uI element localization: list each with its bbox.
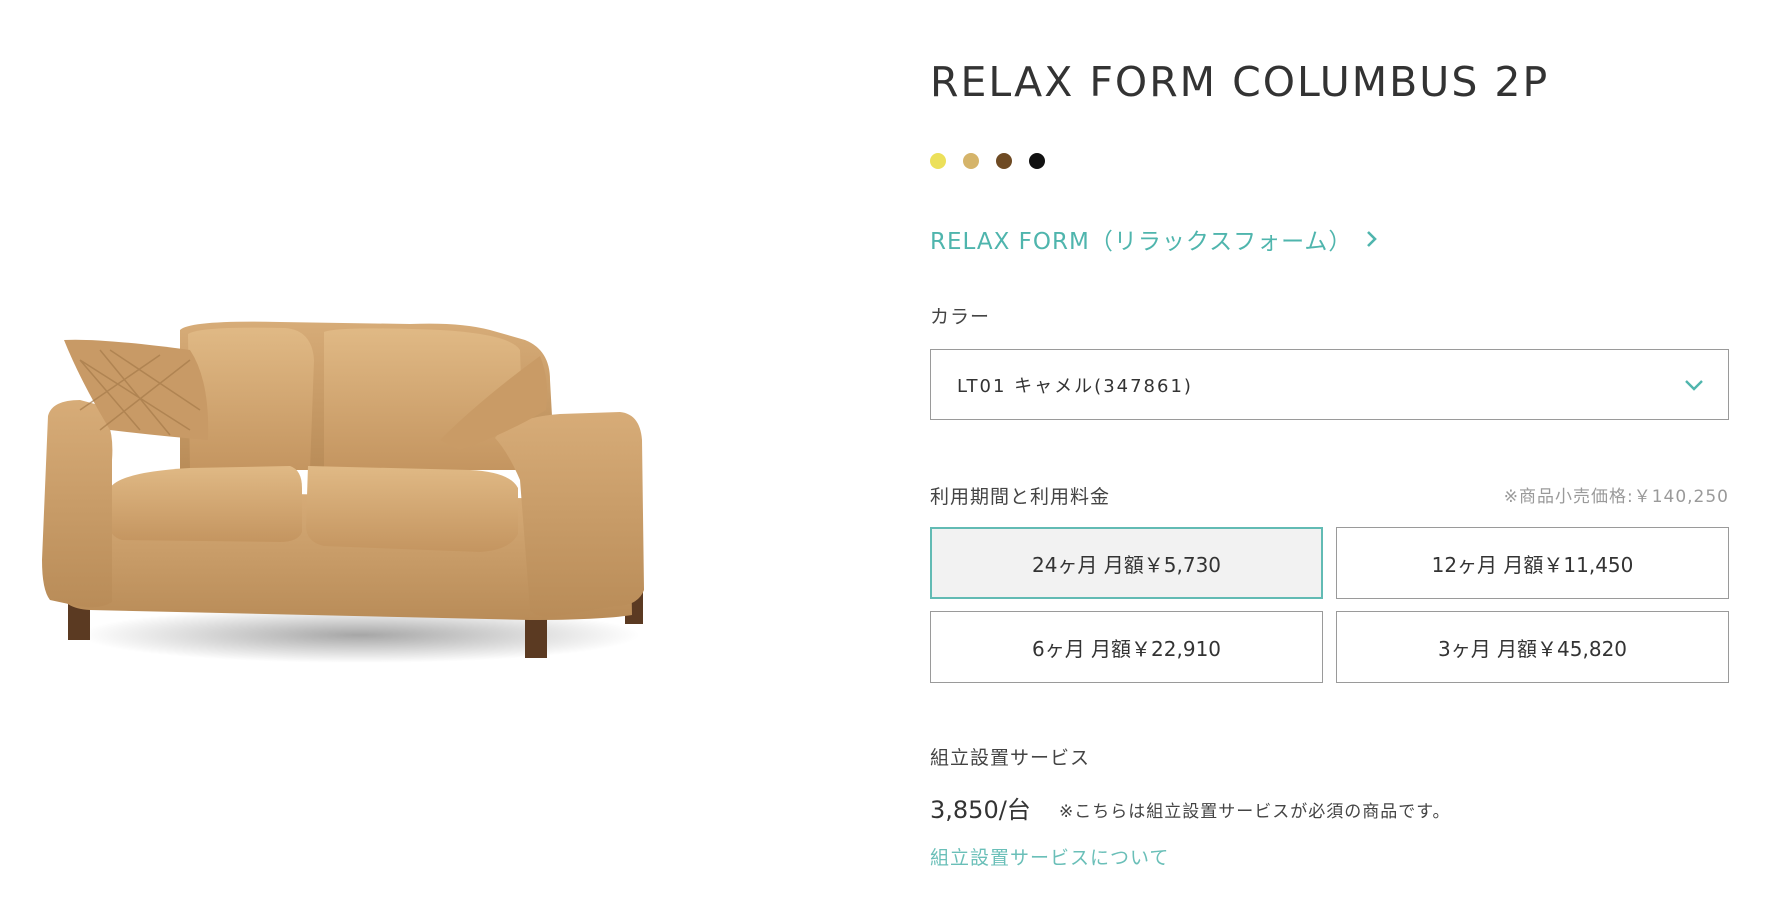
plan-12-months[interactable]: 12ヶ月 月額￥11,450: [1336, 527, 1729, 599]
color-select[interactable]: LT01 キャメル(347861): [930, 349, 1729, 420]
brand-link[interactable]: RELAX FORM（リラックスフォーム）: [930, 222, 1378, 256]
swatch-black[interactable]: [1029, 153, 1045, 169]
retail-price-note: ※商品小売価格:￥140,250: [1503, 487, 1729, 507]
color-select-value: LT01 キャメル(347861): [957, 375, 1193, 397]
plan-6-months[interactable]: 6ヶ月 月額￥22,910: [930, 611, 1323, 683]
chevron-down-icon: [1684, 379, 1704, 391]
chevron-right-icon: [1366, 230, 1378, 248]
product-detail-page: RELAX FORM COLUMBUS 2P RELAX FORM（リラックスフ…: [0, 0, 1788, 922]
rental-plans: 24ヶ月 月額￥5,730 12ヶ月 月額￥11,450 6ヶ月 月額￥22,9…: [930, 527, 1729, 683]
swatch-tan[interactable]: [963, 153, 979, 169]
swatch-brown[interactable]: [996, 153, 1012, 169]
plan-24-months[interactable]: 24ヶ月 月額￥5,730: [930, 527, 1323, 599]
product-title: RELAX FORM COLUMBUS 2P: [930, 58, 1550, 106]
assembly-price: 3,850/台: [930, 796, 1031, 824]
assembly-service-label: 組立設置サービス: [930, 747, 1091, 769]
rental-period-label: 利用期間と利用料金: [930, 486, 1111, 508]
plan-3-months[interactable]: 3ヶ月 月額￥45,820: [1336, 611, 1729, 683]
color-swatches: [930, 153, 1045, 169]
assembly-service-link[interactable]: 組立設置サービスについて: [930, 843, 1169, 870]
color-label: カラー: [930, 306, 991, 328]
swatch-yellow[interactable]: [930, 153, 946, 169]
assembly-note: ※こちらは組立設置サービスが必須の商品です。: [1059, 802, 1451, 822]
brand-link-label: RELAX FORM（リラックスフォーム）: [930, 229, 1353, 255]
sofa-image: [40, 320, 700, 700]
